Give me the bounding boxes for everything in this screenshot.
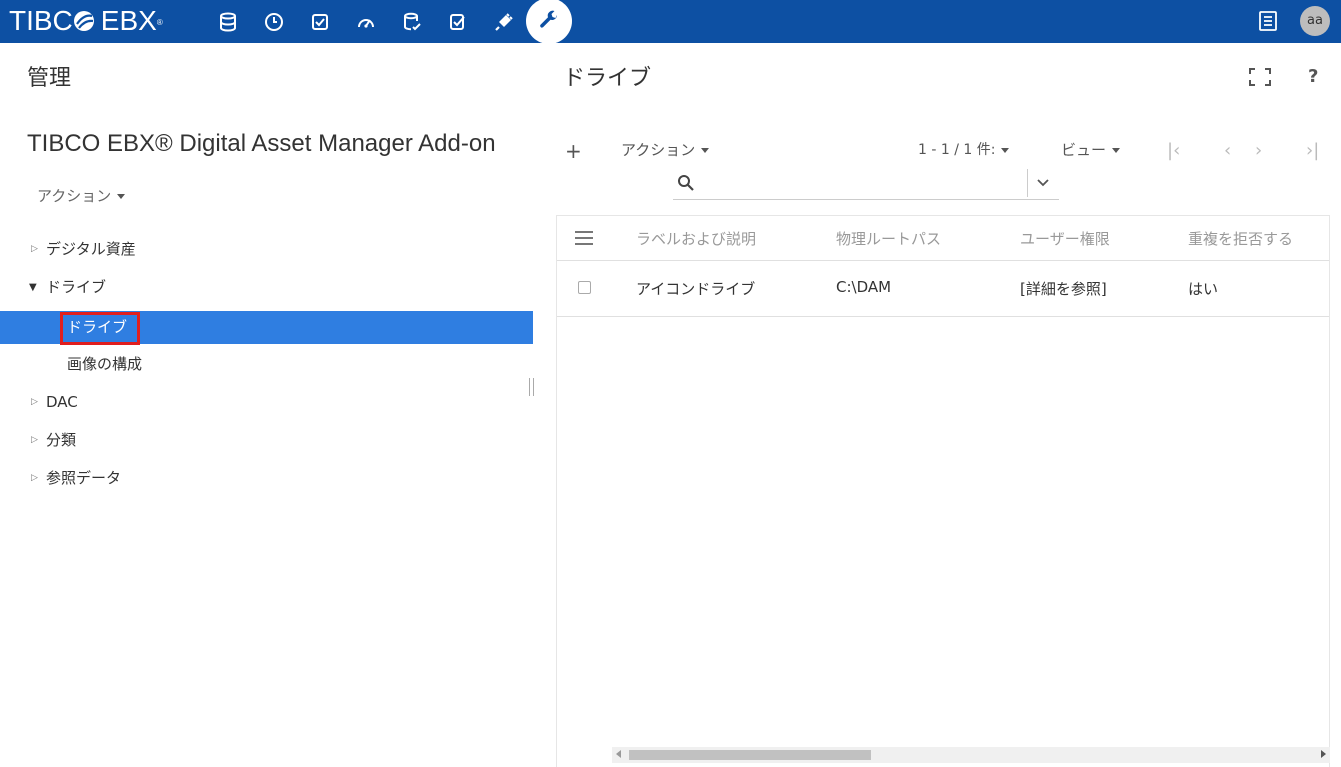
- cell-path: C:\DAM: [836, 278, 892, 296]
- table-row[interactable]: アイコンドライブ C:\DAM [詳細を参照] はい: [557, 261, 1329, 317]
- next-page-button[interactable]: ›: [1255, 140, 1262, 161]
- caret-down-icon: [117, 194, 126, 199]
- column-header-label[interactable]: ラベルおよび説明: [636, 228, 756, 249]
- table-title: ドライブ: [563, 66, 652, 91]
- caret-down-icon: [701, 148, 710, 153]
- brand-logo[interactable]: TIBC EBX®: [9, 5, 163, 37]
- row-checkbox[interactable]: [578, 281, 591, 294]
- dataspace-title: TIBCO EBX® Digital Asset Manager Add-on: [27, 130, 496, 157]
- clock-icon[interactable]: [258, 6, 290, 38]
- tree-item-reference-data[interactable]: ▷ 参照データ: [0, 462, 533, 495]
- tree-item-classification[interactable]: ▷ 分類: [0, 424, 533, 457]
- user-avatar[interactable]: aa: [1300, 6, 1330, 36]
- records-table: ラベルおよび説明 物理ルートパス ユーザー権限 重複を拒否する アイコンドライブ…: [556, 215, 1330, 767]
- prev-page-button[interactable]: ‹: [1224, 140, 1231, 161]
- page-title: 管理: [27, 66, 72, 91]
- help-icon[interactable]: ?: [1308, 66, 1318, 87]
- checkbox-icon[interactable]: [304, 6, 336, 38]
- cell-reject-duplicates: はい: [1188, 280, 1219, 298]
- dashboard-icon[interactable]: [350, 6, 382, 38]
- table-header: ラベルおよび説明 物理ルートパス ユーザー権限 重複を拒否する: [557, 216, 1329, 261]
- highlight-box: [60, 312, 140, 345]
- cell-permissions-link[interactable]: [詳細を参照]: [1020, 278, 1107, 299]
- tree-item-drives[interactable]: ▼ ドライブ: [0, 271, 533, 304]
- left-action-menu[interactable]: アクション: [37, 185, 126, 206]
- expand-icon[interactable]: ▷: [31, 233, 38, 266]
- expand-icon[interactable]: ▷: [31, 386, 38, 419]
- database-icon[interactable]: [212, 6, 244, 38]
- scroll-left-icon[interactable]: [616, 750, 621, 758]
- column-header-path[interactable]: 物理ルートパス: [836, 228, 941, 249]
- search-icon: [678, 175, 694, 191]
- cell-label: アイコンドライブ: [636, 280, 756, 298]
- column-header-reject-duplicates[interactable]: 重複を拒否する: [1188, 228, 1293, 249]
- chevron-down-icon[interactable]: [1035, 175, 1051, 191]
- tree-item-drive-selected[interactable]: ドライブ: [0, 311, 533, 345]
- tree-item-digital-assets[interactable]: ▷ デジタル資産: [0, 233, 533, 266]
- tasks-icon[interactable]: [442, 6, 474, 38]
- admin-wrench-icon[interactable]: [526, 0, 572, 44]
- column-header-permissions[interactable]: ユーザー権限: [1020, 228, 1110, 249]
- collapse-icon[interactable]: ▼: [29, 271, 37, 304]
- data-models-icon[interactable]: [396, 6, 428, 38]
- top-bar: TIBC EBX® aa: [0, 0, 1341, 44]
- first-page-button[interactable]: |‹: [1167, 140, 1180, 161]
- column-menu-icon[interactable]: [575, 231, 593, 245]
- scroll-right-icon[interactable]: [1321, 750, 1326, 758]
- search-divider: [1027, 169, 1028, 197]
- search-bar: [673, 167, 1059, 200]
- caret-down-icon: [1112, 148, 1121, 153]
- plugin-icon[interactable]: [488, 6, 520, 38]
- fullscreen-icon[interactable]: [1249, 68, 1271, 86]
- last-page-button[interactable]: ›|: [1306, 140, 1319, 161]
- expand-icon[interactable]: ▷: [31, 462, 38, 495]
- view-menu[interactable]: ビュー: [1061, 139, 1121, 160]
- logo-ball-icon: [73, 11, 94, 31]
- record-count-menu[interactable]: 1 - 1 / 1 件:: [918, 139, 1010, 159]
- caret-down-icon: [1001, 147, 1010, 153]
- search-input[interactable]: [703, 171, 1023, 195]
- tree-item-dac[interactable]: ▷ DAC: [0, 386, 533, 419]
- menu-list-icon[interactable]: [1256, 9, 1280, 33]
- panel-splitter[interactable]: [529, 378, 534, 396]
- expand-icon[interactable]: ▷: [31, 424, 38, 457]
- tree-item-image-config[interactable]: 画像の構成: [0, 348, 533, 381]
- add-record-button[interactable]: +: [565, 139, 582, 163]
- table-action-menu[interactable]: アクション: [621, 139, 710, 160]
- horizontal-scrollbar[interactable]: [612, 747, 1330, 763]
- scroll-thumb[interactable]: [629, 750, 871, 760]
